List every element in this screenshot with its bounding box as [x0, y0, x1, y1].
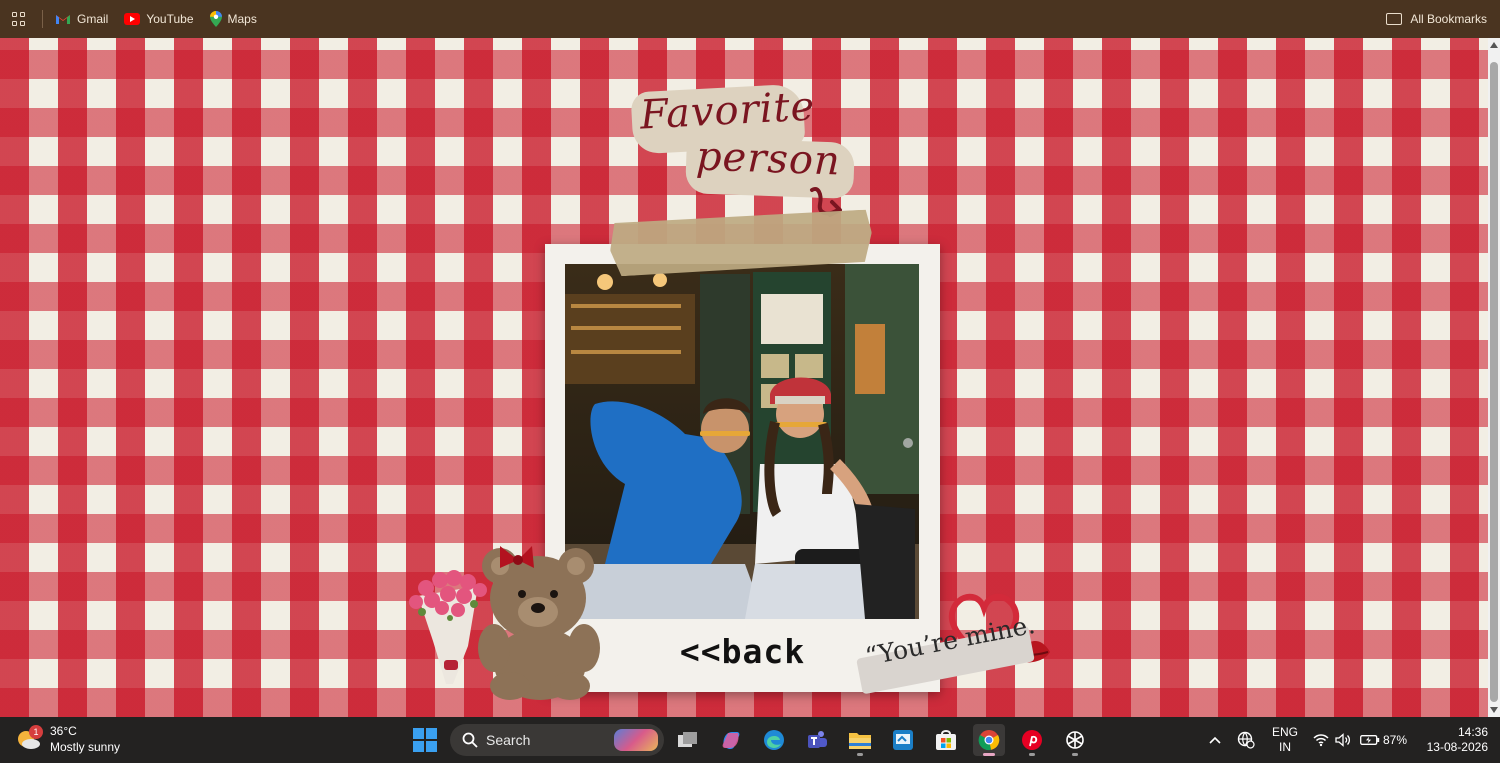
battery-charging-icon [1360, 735, 1380, 745]
all-bookmarks-label: All Bookmarks [1410, 12, 1487, 26]
gmail-icon [55, 13, 71, 25]
bookmarks-bar: Gmail YouTube Maps All Bookmarks [0, 0, 1500, 38]
bookmark-label: YouTube [146, 12, 194, 26]
scrollbar-thumb[interactable] [1490, 62, 1498, 702]
clock-time: 14:36 [1457, 725, 1488, 739]
search-label: Search [486, 732, 531, 748]
title-person: person [695, 133, 842, 185]
windows-taskbar: 1 36°C Mostly sunny Search ENG IN 87% 14… [0, 717, 1500, 763]
clock-date: 13-08-2026 [1426, 740, 1488, 754]
region-code: IN [1279, 740, 1291, 754]
title-favorite: Favorite [638, 83, 817, 139]
chatgpt-icon[interactable] [1059, 724, 1091, 756]
language-code: ENG [1271, 725, 1298, 739]
scroll-down-arrow-icon[interactable] [1490, 707, 1498, 713]
couple-photo [565, 264, 919, 619]
windows-start-icon[interactable] [413, 728, 437, 752]
title-sticker: Favorite person [628, 82, 858, 217]
gingham-page: Favorite person <<back “You’re mine. [0, 38, 1488, 717]
active-indicator [983, 753, 995, 756]
bookmark-label: Gmail [77, 12, 109, 26]
running-indicator [857, 753, 863, 756]
weather-widget[interactable]: 1 36°C Mostly sunny [16, 723, 120, 755]
search-icon [462, 732, 478, 748]
language-indicator[interactable]: ENG IN [1270, 725, 1300, 755]
youtube-icon [124, 13, 141, 25]
folder-icon [1386, 13, 1403, 25]
page-scrollbar[interactable] [1488, 38, 1500, 717]
battery-indicator[interactable]: 87% [1360, 717, 1408, 763]
weather-temperature: 36°C [50, 724, 77, 738]
teams-icon[interactable] [801, 724, 833, 756]
bookmark-youtube[interactable]: YouTube [124, 0, 194, 38]
weather-badge: 1 [29, 725, 43, 739]
running-indicator [1029, 753, 1035, 756]
bookmark-gmail[interactable]: Gmail [55, 0, 108, 38]
microsoft-store-icon[interactable] [930, 724, 962, 756]
taskbar-search[interactable]: Search [450, 724, 664, 756]
wifi-icon[interactable] [1312, 717, 1330, 763]
youre-mine-sticker: “You’re mine. [856, 586, 1053, 695]
bookmark-label: Maps [227, 12, 257, 26]
search-highlight-art [614, 729, 658, 751]
copilot-icon[interactable] [715, 724, 747, 756]
running-indicator [1072, 753, 1078, 756]
bookmarks-separator [42, 10, 43, 28]
weather-description: Mostly sunny [50, 740, 121, 754]
battery-percent: 87% [1383, 733, 1408, 747]
remote-desktop-icon[interactable] [887, 724, 919, 756]
edge-icon[interactable] [758, 724, 790, 756]
sun-cloud-icon: 1 [16, 725, 43, 751]
all-bookmarks-button[interactable]: All Bookmarks [1386, 0, 1487, 38]
teddy-bear-sticker [478, 546, 600, 700]
scroll-up-arrow-icon[interactable] [1490, 42, 1498, 48]
apps-grid-icon[interactable] [12, 12, 26, 26]
show-hidden-icons-chevron-icon[interactable] [1206, 717, 1224, 763]
pinterest-icon[interactable] [1016, 724, 1048, 756]
file-explorer-icon[interactable] [844, 724, 876, 756]
volume-icon[interactable] [1334, 717, 1352, 763]
task-view-icon[interactable] [672, 724, 704, 756]
system-clock[interactable]: 14:36 13-08-2026 [1414, 725, 1488, 755]
network-globe-icon[interactable] [1236, 717, 1256, 763]
bookmark-maps[interactable]: Maps [209, 0, 257, 38]
chrome-icon[interactable] [973, 724, 1005, 756]
maps-icon [209, 11, 222, 27]
